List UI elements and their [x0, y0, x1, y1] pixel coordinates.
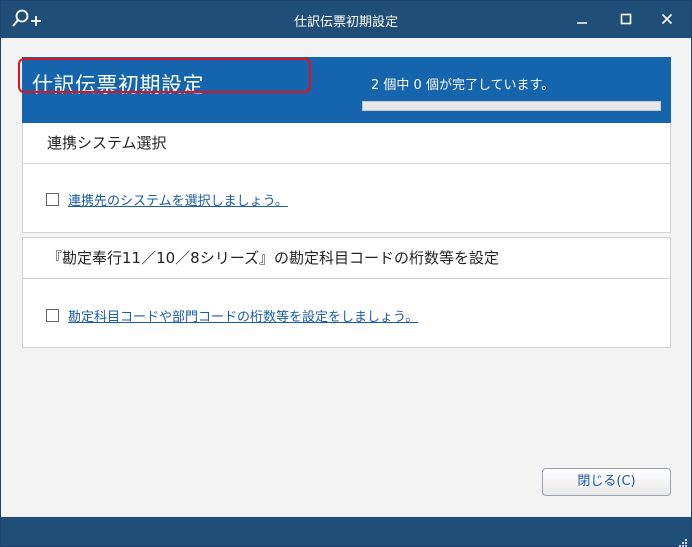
minimize-button[interactable]: [569, 7, 595, 31]
task-link[interactable]: 勘定科目コードや部門コードの桁数等を設定をしましょう。: [68, 306, 418, 325]
task-link[interactable]: 連携先のシステムを選択しましょう。: [68, 190, 288, 209]
progress-bar: [362, 101, 661, 111]
section-header: 連携システム選択: [23, 123, 670, 164]
progress-text: 2 個中 0 個が完了しています。: [371, 78, 555, 93]
section-header: 『勘定奉行11／10／8シリーズ』の勘定科目コードの桁数等を設定: [23, 238, 670, 279]
section-code-digits: 『勘定奉行11／10／8シリーズ』の勘定科目コードの桁数等を設定 勘定科目コード…: [22, 237, 671, 348]
close-button[interactable]: 閉じる(C): [542, 468, 671, 496]
section-system-selection: 連携システム選択 連携先のシステムを選択しましょう。: [22, 123, 671, 233]
task-item[interactable]: 連携先のシステムを選択しましょう。: [46, 190, 288, 209]
maximize-button[interactable]: [613, 7, 639, 31]
title-bar[interactable]: 仕訳伝票初期設定: [1, 1, 691, 38]
task-item[interactable]: 勘定科目コードや部門コードの桁数等を設定をしましょう。: [46, 306, 418, 325]
resize-grip-icon[interactable]: [678, 533, 688, 547]
dialog-window: 仕訳伝票初期設定 仕訳伝票初期設定 2 個中 0 個が完了しています。 連携シス…: [0, 0, 692, 547]
highlight-outline: [18, 58, 311, 93]
close-window-button[interactable]: [654, 7, 680, 31]
task-checkbox[interactable]: [46, 309, 59, 322]
status-bar: [1, 517, 691, 547]
task-checkbox[interactable]: [46, 193, 59, 206]
